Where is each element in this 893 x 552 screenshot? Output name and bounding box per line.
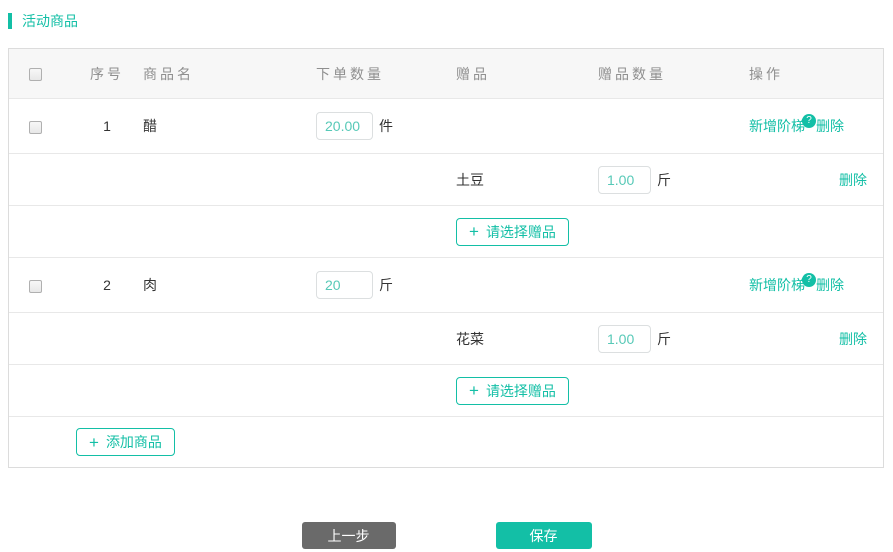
product-name: 肉 <box>143 277 157 293</box>
table-header-row: 序号 商品名 下单数量 赠品 赠品数量 操作 <box>9 49 883 98</box>
row-checkbox[interactable] <box>29 279 42 293</box>
gift-unit: 斤 <box>657 330 671 347</box>
order-qty-input[interactable] <box>316 271 373 299</box>
products-table: 序号 商品名 下单数量 赠品 赠品数量 操作 1 醋 件 新增阶梯? 删除 <box>8 48 884 468</box>
add-tier-link[interactable]: 新增阶梯? <box>749 114 816 136</box>
product-row: 1 醋 件 新增阶梯? 删除 <box>9 98 883 153</box>
gift-qty-input[interactable] <box>598 165 651 194</box>
header-cell-gift-qty: 赠品数量 <box>598 65 666 82</box>
gift-name: 土豆 <box>456 171 484 188</box>
plus-icon: + <box>469 222 479 241</box>
select-gift-row: + 请选择赠品 <box>9 205 883 257</box>
gift-qty-input[interactable] <box>598 324 651 353</box>
header-cell-product-name: 商品名 <box>143 65 194 82</box>
select-gift-button[interactable]: + 请选择赠品 <box>456 376 569 405</box>
product-index: 2 <box>103 277 111 293</box>
help-icon[interactable]: ? <box>802 273 816 287</box>
add-product-row: + 添加商品 <box>9 416 883 467</box>
header-cell-operation: 操作 <box>749 65 783 82</box>
add-tier-label: 新增阶梯 <box>749 118 805 134</box>
section-title: 活动商品 <box>22 13 78 29</box>
page-container: 活动商品 序号 商品名 下单数量 赠品 赠品数量 操作 1 醋 件 <box>0 0 893 549</box>
select-gift-row: + 请选择赠品 <box>9 364 883 416</box>
add-product-label: 添加商品 <box>105 434 162 450</box>
gift-unit: 斤 <box>657 171 671 188</box>
order-unit: 斤 <box>379 277 393 293</box>
section-accent-bar <box>8 13 12 29</box>
header-cell-index: 序号 <box>90 65 124 82</box>
plus-icon: + <box>89 432 99 452</box>
gift-row: 土豆 斤 删除 <box>9 153 883 205</box>
delete-product-link[interactable]: 删除 <box>816 116 844 136</box>
select-gift-button[interactable]: + 请选择赠品 <box>456 217 569 246</box>
product-name: 醋 <box>143 118 157 134</box>
add-tier-link[interactable]: 新增阶梯? <box>749 273 816 295</box>
order-unit: 件 <box>379 118 393 134</box>
header-cell-order-qty: 下单数量 <box>316 65 384 82</box>
select-all-checkbox[interactable] <box>29 68 42 82</box>
footer-actions: 上一步 保存 <box>8 522 885 549</box>
save-button[interactable]: 保存 <box>495 522 592 549</box>
delete-product-link[interactable]: 删除 <box>816 275 844 295</box>
product-index: 1 <box>103 118 111 134</box>
product-row: 2 肉 斤 新增阶梯? 删除 <box>9 257 883 312</box>
header-cell-gift: 赠品 <box>456 65 490 82</box>
prev-step-button[interactable]: 上一步 <box>301 522 396 549</box>
gift-row: 花菜 斤 删除 <box>9 312 883 364</box>
gift-name: 花菜 <box>456 330 484 347</box>
delete-gift-link[interactable]: 删除 <box>839 170 867 190</box>
select-gift-label: 请选择赠品 <box>485 382 556 399</box>
order-qty-input[interactable] <box>316 112 373 140</box>
add-tier-label: 新增阶梯 <box>749 277 805 293</box>
row-checkbox[interactable] <box>29 120 42 134</box>
add-product-button[interactable]: + 添加商品 <box>76 428 175 456</box>
delete-gift-link[interactable]: 删除 <box>839 329 867 349</box>
help-icon[interactable]: ? <box>802 114 816 128</box>
plus-icon: + <box>469 381 479 400</box>
section-header: 活动商品 <box>8 12 885 30</box>
select-gift-label: 请选择赠品 <box>485 223 556 240</box>
